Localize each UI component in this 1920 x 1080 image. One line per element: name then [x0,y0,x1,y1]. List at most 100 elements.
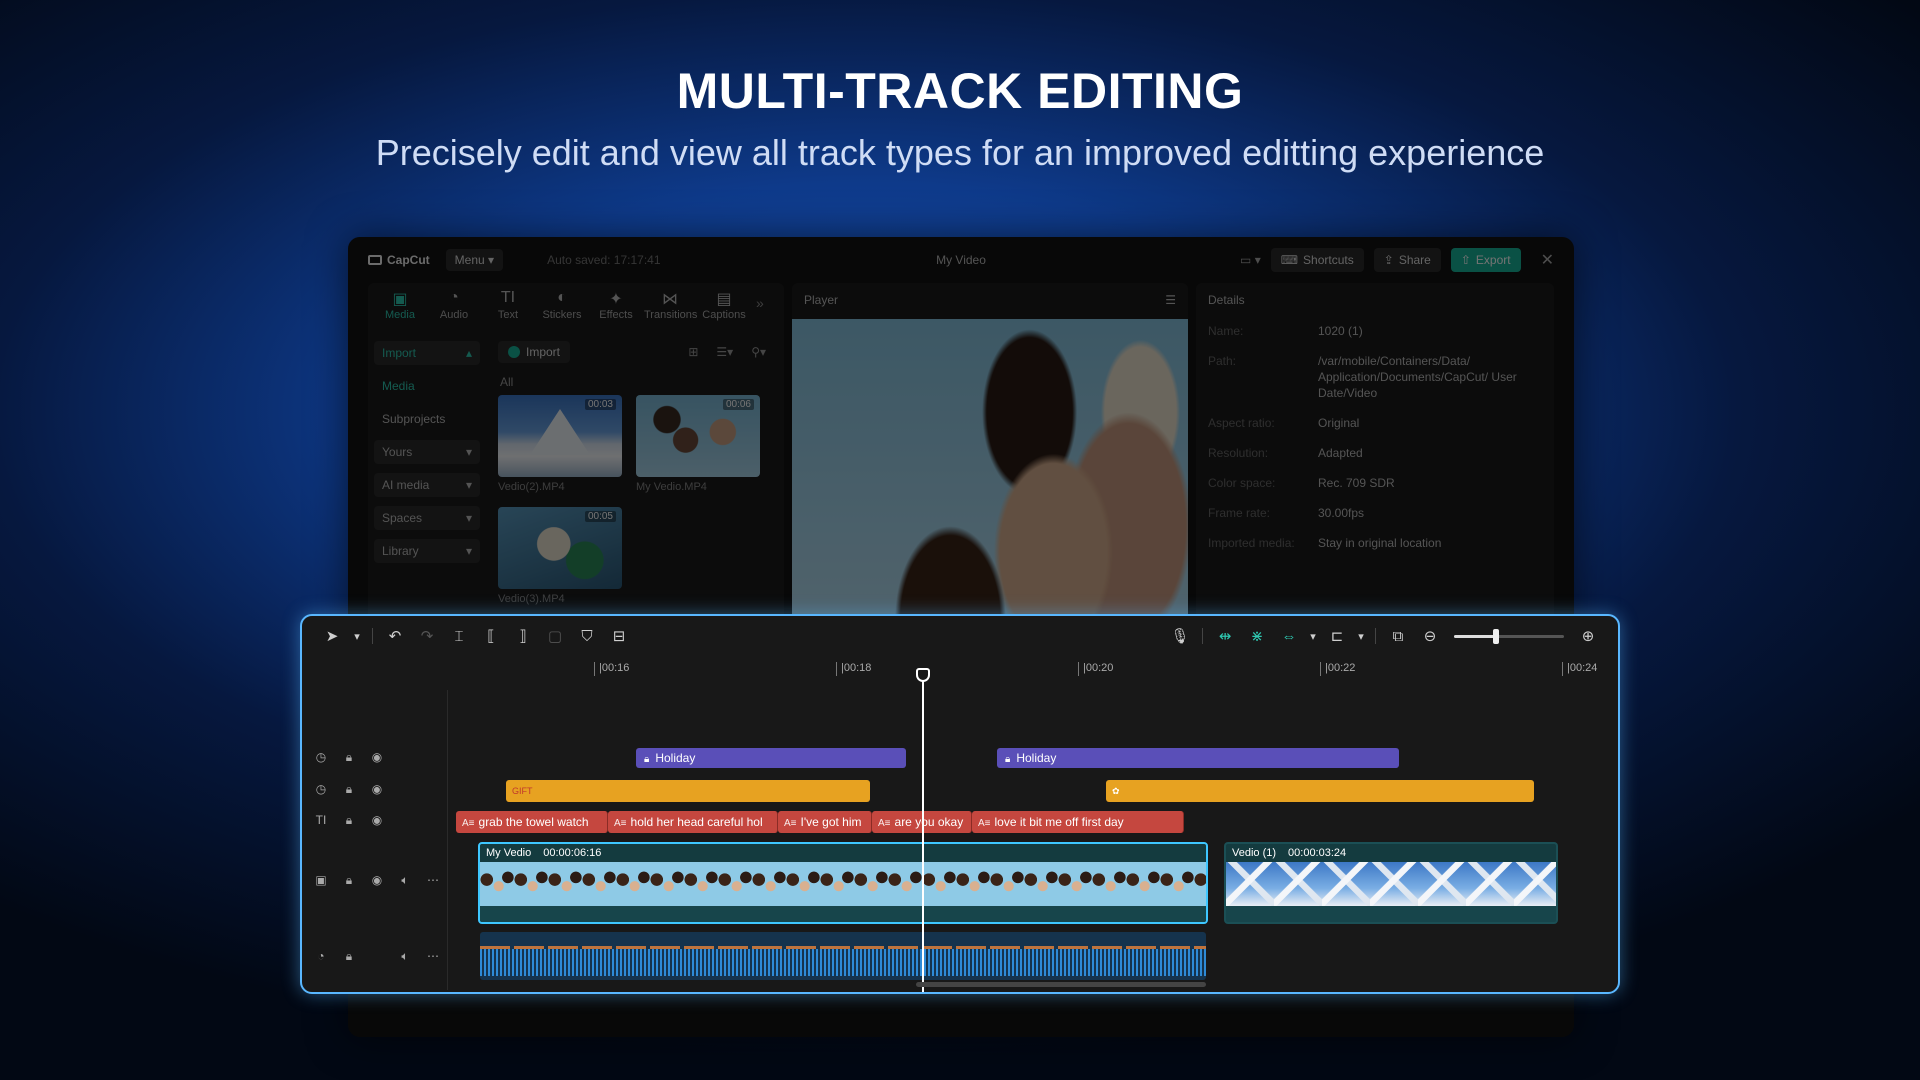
split-icon[interactable]: ⌶ [443,628,475,645]
chevron-down-icon: ▾ [465,445,472,459]
zoom-out-icon[interactable]: ⊖ [1414,627,1446,645]
track-header-text: TI 🔒︎ ◉ [314,813,384,828]
eye-icon[interactable]: ◉ [370,873,384,888]
fit-timeline-icon[interactable]: ⧉ [1382,628,1414,645]
sidebar-item-subprojects[interactable]: Subprojects [374,407,480,431]
microphone-icon[interactable]: 🎙 [1164,627,1196,645]
import-button[interactable]: Import [498,341,571,363]
menu-icon[interactable]: ☰ [1165,283,1176,317]
caption-clip[interactable]: A≡ grab the towel watch [456,811,608,833]
chevron-down-icon[interactable]: ▾ [1305,630,1321,643]
video-track-icon: ▣ [315,873,327,887]
volume-icon[interactable]: 🔈︎ [398,873,412,888]
filter-icon[interactable]: ⚲▾ [751,345,766,359]
layout-icon[interactable]: ▭ ▾ [1240,253,1261,267]
delete-icon[interactable]: ▢ [539,627,571,645]
preview-axis-icon[interactable]: ⊏ [1321,627,1353,645]
timeline-toolbar: ➤ ▾ ↶ ↷ ⌶ ⟦ ⟧ ▢ ⛉ ⊟ 🎙 ⇹ ⋇ ⇔ ▾ ⊏ ▾ ⧉ ⊖ ⊕ [302,616,1618,656]
stickers-icon: ◐ [557,289,567,306]
chevron-down-icon: ▾ [465,511,472,525]
track-header-effect: ◷ 🔒︎ ◉ [314,782,384,797]
chevron-down-icon: ▾ [465,544,472,558]
caption-clip[interactable]: A≡ I've got him [778,811,872,833]
sidebar-item-spaces[interactable]: Spaces ▾ [374,506,480,530]
chevron-right-icon[interactable]: » [756,289,764,327]
chevron-down-icon[interactable]: ▾ [1353,630,1369,643]
zoom-slider[interactable] [1454,628,1564,644]
volume-icon[interactable]: 🔈︎ [398,949,412,964]
main-track-magnet-icon[interactable]: ⇹ [1209,627,1241,645]
auto-snap-icon[interactable]: ⋇ [1241,627,1273,645]
video-clip-selected[interactable]: My Vedio 00:00:06:16 [478,842,1208,924]
lock-icon[interactable]: 🔒︎ [342,813,356,828]
playhead-handle[interactable] [916,668,930,682]
audio-icon: ◔ [449,289,459,306]
sidebar-item-library[interactable]: Library ▾ [374,539,480,563]
eye-icon[interactable]: ◉ [370,813,384,828]
clock-icon[interactable]: ◷ [314,750,328,765]
caption-clip[interactable]: A≡ hold her head careful hol [608,811,778,833]
horizontal-scrollbar[interactable] [916,982,1206,987]
split-left-icon[interactable]: ⟦ [475,627,507,645]
keyboard-icon: ⌨ [1280,253,1299,267]
filter-all[interactable]: All [500,375,778,389]
more-icon[interactable]: ⋯ [426,873,440,888]
sidebar-item-yours[interactable]: Yours ▾ [374,440,480,464]
caption-clip[interactable]: A≡ love it bit me off first day [972,811,1184,833]
holiday-clip[interactable]: 🔒︎ Holiday [636,748,906,768]
tab-captions[interactable]: ▤ Captions [698,289,750,327]
sort-icon[interactable]: ☰▾ [716,345,733,359]
video-clip[interactable]: Vedio (1) 00:00:03:24 [1224,842,1558,924]
redo-icon[interactable]: ↷ [411,627,443,645]
audio-clip[interactable] [480,932,1206,980]
close-icon[interactable]: ✕ [1541,250,1554,270]
grid-view-icon[interactable]: ⊞ [688,345,698,359]
holiday-clip[interactable]: 🔒︎ Holiday [997,748,1399,768]
ruler-tick: |00:24 [1562,662,1597,676]
more-icon[interactable]: ⋯ [426,949,440,964]
auto-caption-icon[interactable]: ⊟ [603,627,635,645]
sidebar-item-media[interactable]: Media [374,374,480,398]
tab-effects[interactable]: ✦ Effects [590,289,642,327]
lock-icon[interactable]: 🔒︎ [342,782,356,797]
lock-icon[interactable]: 🔒︎ [342,873,356,888]
select-cursor-icon[interactable]: ➤ [316,627,348,645]
media-item[interactable]: 00:03 Vedio(2).MP4 [498,395,622,493]
linkage-icon[interactable]: ⇔ [1273,628,1305,645]
holiday-clip-label: Holiday [655,751,696,765]
video-clip-name: Vedio (1) [1232,847,1277,859]
caption-text: love it bit me off first day [994,815,1124,829]
menu-button[interactable]: Menu ▾ [445,249,504,271]
sidebar-import-label: Import [382,346,417,360]
media-item[interactable]: 00:06 My Vedio.MP4 [636,395,760,493]
clock-icon[interactable]: ◷ [314,782,328,797]
tab-transitions[interactable]: ⋈ Transitions [644,289,697,327]
share-button[interactable]: ⇪ Share [1373,248,1441,272]
ruler-tick: |00:16 [594,662,629,676]
export-button[interactable]: ⇧ Export [1450,248,1521,272]
sidebar-item-import[interactable]: Import ▴ [374,341,480,365]
sidebar-item-ai-media[interactable]: AI media ▾ [374,473,480,497]
time-ruler[interactable]: |00:16 |00:18 |00:20 |00:22 |00:24 [448,660,1618,680]
media-item[interactable]: 00:05 Vedio(3).MP4 [498,507,622,605]
eye-icon[interactable]: ◉ [370,782,384,797]
chevron-down-icon[interactable]: ▾ [348,630,366,643]
shortcuts-button[interactable]: ⌨ Shortcuts [1270,248,1364,272]
split-right-icon[interactable]: ⟧ [507,627,539,645]
zoom-in-icon[interactable]: ⊕ [1572,627,1604,645]
media-duration: 00:03 [584,399,616,410]
sticker-clip[interactable]: ✿ [1106,780,1534,802]
marker-icon[interactable]: ⛉ [571,628,603,645]
tab-media-label: Media [385,309,415,321]
eye-icon[interactable]: ◉ [370,750,384,765]
lock-icon[interactable]: 🔒︎ [342,750,356,765]
zoom-slider-handle[interactable] [1492,628,1499,644]
lock-icon[interactable]: 🔒︎ [342,949,356,964]
undo-icon[interactable]: ↶ [379,627,411,645]
tab-media[interactable]: ▣ Media [374,289,426,327]
tab-stickers[interactable]: ◐ Stickers [536,289,588,327]
tab-audio[interactable]: ◔ Audio [428,289,480,327]
playhead[interactable] [922,672,924,992]
sticker-clip[interactable]: GIFT [506,780,870,802]
tab-text[interactable]: TI Text [482,289,534,327]
